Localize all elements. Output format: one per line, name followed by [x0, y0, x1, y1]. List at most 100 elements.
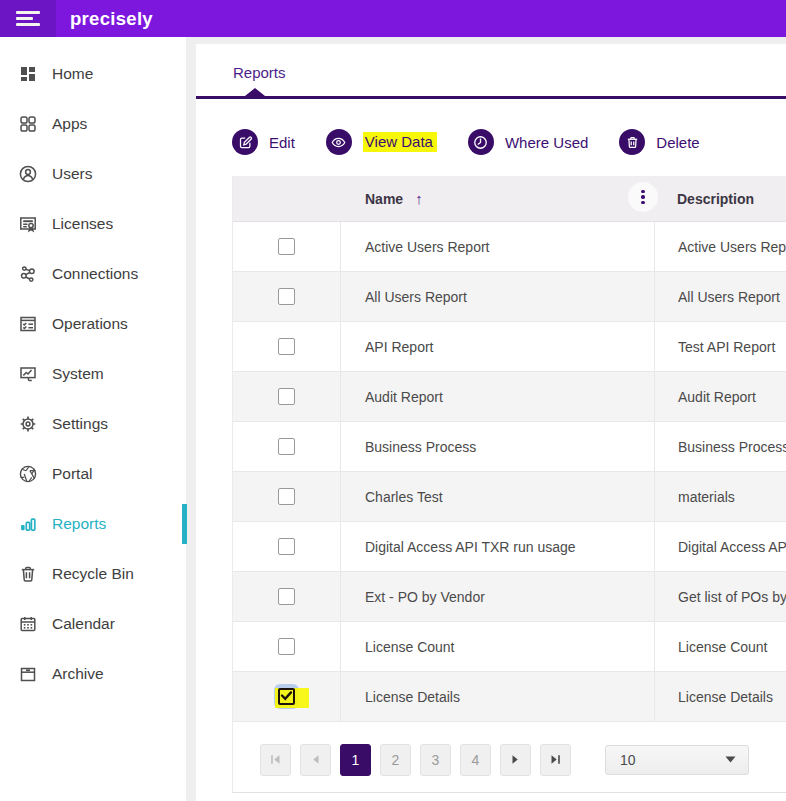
column-menu-button[interactable] — [628, 182, 658, 212]
previous-page-button[interactable] — [300, 744, 331, 776]
checkmark-icon — [279, 688, 294, 703]
sidebar-item[interactable]: Reports — [0, 499, 186, 549]
last-page-button[interactable] — [540, 744, 571, 776]
row-checkbox[interactable] — [278, 638, 295, 655]
table-row[interactable]: API Report Test API Report — [233, 322, 786, 372]
toolbar-action[interactable]: View Data — [326, 129, 437, 155]
table-row[interactable]: Audit Report Audit Report — [233, 372, 786, 422]
row-checkbox[interactable] — [278, 588, 295, 605]
home-icon — [18, 64, 38, 84]
sidebar-item-label: Settings — [52, 415, 108, 433]
toolbar-action[interactable]: Edit — [232, 129, 295, 155]
trash-icon — [619, 129, 645, 155]
row-checkbox-cell — [233, 372, 341, 421]
sidebar-item[interactable]: Users — [0, 149, 186, 199]
sidebar-item[interactable]: Recycle Bin — [0, 549, 186, 599]
table-row[interactable]: Digital Access API TXR run usage Digital… — [233, 522, 786, 572]
table-row[interactable]: Ext - PO by Vendor Get list of POs by Ve… — [233, 572, 786, 622]
toolbar-action-label: Edit — [269, 134, 295, 151]
sidebar-item[interactable]: Archive — [0, 649, 186, 699]
row-name-cell: Charles Test — [341, 472, 655, 521]
page-number-button[interactable]: 1 — [340, 744, 371, 776]
report-name: Business Process — [365, 439, 476, 455]
page-number-button[interactable]: 4 — [460, 744, 491, 776]
table-row[interactable]: Charles Test materials — [233, 472, 786, 522]
report-description: materials — [678, 489, 735, 505]
header-name-column: Name ↑ — [341, 190, 655, 207]
row-checkbox-cell — [233, 472, 341, 521]
apps-icon — [18, 114, 38, 134]
sidebar-item[interactable]: Home — [0, 49, 186, 99]
sidebar-item[interactable]: Licenses — [0, 199, 186, 249]
next-page-button[interactable] — [500, 744, 531, 776]
recycle-bin-icon — [18, 564, 38, 584]
row-name-cell: License Count — [341, 622, 655, 671]
top-bar: precisely — [0, 0, 786, 37]
sidebar-item-label: Home — [52, 65, 93, 83]
report-name: Audit Report — [365, 389, 443, 405]
report-name: Charles Test — [365, 489, 443, 505]
row-checkbox[interactable] — [278, 488, 295, 505]
table-row[interactable]: License Details License Details — [233, 672, 786, 722]
row-checkbox[interactable] — [278, 388, 295, 405]
tab-reports[interactable]: Reports — [233, 64, 286, 81]
report-description: Get list of POs by Vendor — [678, 589, 786, 605]
row-checkbox-cell — [233, 422, 341, 471]
row-checkbox[interactable] — [278, 338, 295, 355]
report-description: Audit Report — [678, 389, 756, 405]
sidebar-item-label: Archive — [52, 665, 104, 683]
sidebar-item[interactable]: Connections — [0, 249, 186, 299]
reports-table: Name ↑ Description — [232, 176, 786, 793]
sidebar-item-label: Users — [52, 165, 92, 183]
sidebar-item-label: Operations — [52, 315, 128, 333]
calendar-icon — [18, 614, 38, 634]
row-name-cell: Active Users Report — [341, 222, 655, 271]
table-header-row: Name ↑ Description — [233, 176, 786, 222]
row-checkbox-cell — [233, 272, 341, 321]
row-checkbox[interactable] — [278, 238, 295, 255]
page-size-value: 10 — [620, 752, 636, 768]
toolbar-action[interactable]: Where Used — [468, 129, 588, 155]
sort-ascending-icon[interactable]: ↑ — [415, 190, 423, 207]
sidebar-item[interactable]: Portal — [0, 449, 186, 499]
page-buttons: 1 2 3 4 — [340, 744, 500, 776]
sidebar-item[interactable]: System — [0, 349, 186, 399]
row-name-cell: Digital Access API TXR run usage — [341, 522, 655, 571]
row-checkbox[interactable] — [278, 288, 295, 305]
toolbar-action-label: View Data — [363, 132, 437, 152]
reports-icon — [18, 514, 38, 534]
table-row[interactable]: Business Process Business Process — [233, 422, 786, 472]
edit-icon — [232, 129, 258, 155]
row-description-cell: License Details — [655, 672, 786, 721]
name-column-header[interactable]: Name — [365, 191, 403, 207]
hamburger-menu-button[interactable] — [0, 0, 56, 37]
row-name-cell: API Report — [341, 322, 655, 371]
table-row[interactable]: All Users Report All Users Report — [233, 272, 786, 322]
row-checkbox-cell — [233, 622, 341, 671]
report-name: All Users Report — [365, 289, 467, 305]
toolbar: Edit View Data Where Used Delete — [232, 129, 786, 155]
page-size-select[interactable]: 10 — [605, 745, 749, 775]
row-checkbox[interactable] — [278, 438, 295, 455]
sidebar-item[interactable]: Apps — [0, 99, 186, 149]
archive-icon — [18, 664, 38, 684]
toolbar-action[interactable]: Delete — [619, 129, 699, 155]
portal-icon — [18, 464, 38, 484]
sidebar-item[interactable]: Calendar — [0, 599, 186, 649]
tab-underline — [196, 96, 786, 99]
toolbar-action-label: Delete — [656, 134, 699, 151]
sidebar-item-label: Connections — [52, 265, 138, 283]
table-row[interactable]: Active Users Report Active Users Report — [233, 222, 786, 272]
header-description-column: Description — [655, 190, 786, 208]
description-column-header[interactable]: Description — [677, 191, 754, 207]
sidebar-item[interactable]: Settings — [0, 399, 186, 449]
connections-icon — [18, 264, 38, 284]
page-number-button[interactable]: 2 — [380, 744, 411, 776]
first-page-button[interactable] — [260, 744, 291, 776]
table-row[interactable]: License Count License Count — [233, 622, 786, 672]
page-number-button[interactable]: 3 — [420, 744, 451, 776]
report-name: Active Users Report — [365, 239, 489, 255]
report-description: License Details — [678, 689, 773, 705]
sidebar-item[interactable]: Operations — [0, 299, 186, 349]
row-checkbox[interactable] — [278, 538, 295, 555]
